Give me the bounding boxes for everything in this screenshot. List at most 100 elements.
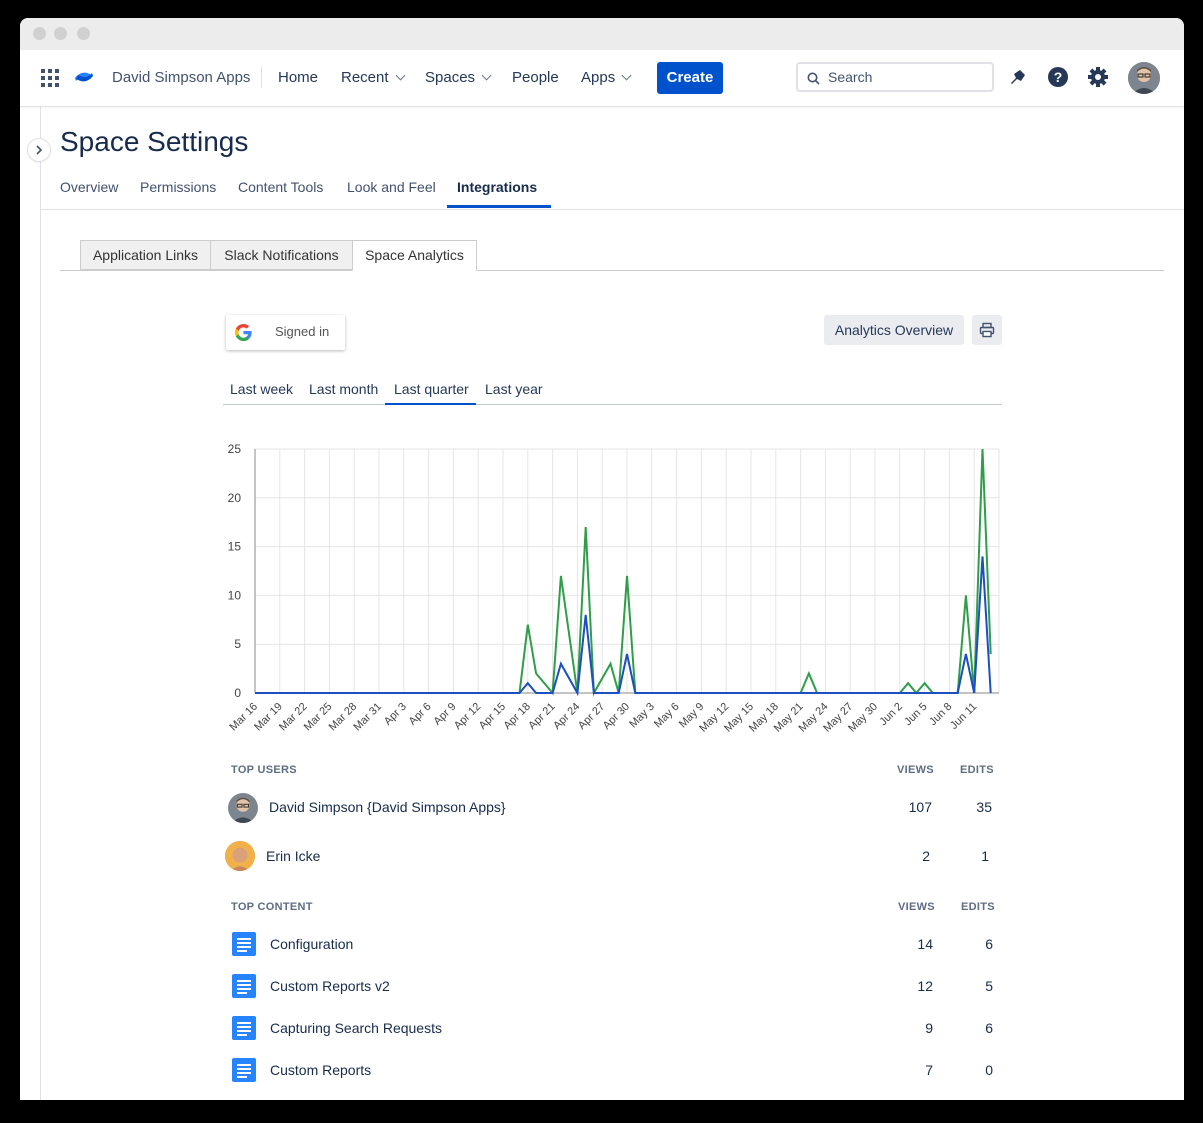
y-tick-label: 15 xyxy=(228,540,242,554)
top-content-edits: 0 xyxy=(985,1062,993,1078)
create-button[interactable]: Create xyxy=(657,62,723,94)
x-tick-label: Apr 6 xyxy=(407,701,434,728)
settings-gear-icon[interactable] xyxy=(1087,66,1109,88)
nav-spaces[interactable]: Spaces xyxy=(425,69,492,86)
x-tick-label: Jun 11 xyxy=(948,701,979,732)
subtabs-divider xyxy=(60,270,1164,271)
search-placeholder: Search xyxy=(828,69,873,85)
browser-window: David Simpson Apps Home Recent Spaces Pe… xyxy=(20,18,1184,1100)
subtab-application-links[interactable]: Application Links xyxy=(80,240,211,270)
page-document-icon xyxy=(232,1016,256,1040)
chevron-down-icon xyxy=(481,70,492,81)
y-tick-label: 20 xyxy=(228,491,242,505)
top-content-views: 9 xyxy=(925,1020,933,1036)
top-content-edits-header: EDITS xyxy=(961,901,995,913)
x-tick-label: Mar 31 xyxy=(351,701,384,734)
top-users-heading: TOP USERS xyxy=(231,764,297,776)
tab-content-tools[interactable]: Content Tools xyxy=(238,179,323,195)
top-content-views-header: VIEWS xyxy=(898,901,935,913)
top-content-heading: TOP CONTENT xyxy=(231,901,313,913)
top-content-title[interactable]: Configuration xyxy=(270,936,353,952)
help-icon[interactable]: ? xyxy=(1047,66,1069,88)
range-last-year[interactable]: Last year xyxy=(485,381,543,397)
top-content-edits: 5 xyxy=(985,978,993,994)
x-tick-label: Apr 3 xyxy=(382,701,409,728)
nav-home[interactable]: Home xyxy=(278,69,318,86)
chevron-right-icon xyxy=(36,145,43,155)
y-tick-label: 0 xyxy=(234,686,241,700)
window-titlebar xyxy=(20,18,1184,50)
close-window-button[interactable] xyxy=(33,27,46,40)
user-avatar[interactable] xyxy=(225,841,255,871)
analytics-overview-button[interactable]: Analytics Overview xyxy=(824,315,964,345)
top-user-views: 107 xyxy=(908,799,932,815)
page-title: Space Settings xyxy=(60,126,249,157)
nav-people[interactable]: People xyxy=(512,69,559,86)
x-tick-label: Apr 18 xyxy=(502,701,533,732)
top-content-views: 7 xyxy=(925,1062,933,1078)
top-content-title[interactable]: Custom Reports v2 xyxy=(270,978,390,994)
subtab-space-analytics[interactable]: Space Analytics xyxy=(352,240,477,271)
print-button[interactable] xyxy=(972,315,1002,345)
app-switcher-icon[interactable] xyxy=(41,69,59,87)
tab-permissions[interactable]: Permissions xyxy=(140,179,216,195)
page-document-icon xyxy=(232,1058,256,1082)
minimize-window-button[interactable] xyxy=(54,27,67,40)
chevron-down-icon xyxy=(395,70,405,81)
chevron-down-icon xyxy=(621,70,632,81)
page-document-icon xyxy=(232,974,256,998)
notifications-icon[interactable] xyxy=(1007,66,1029,88)
tab-overview[interactable]: Overview xyxy=(60,179,118,195)
confluence-logo-icon[interactable] xyxy=(74,67,94,87)
user-photo-icon xyxy=(1128,62,1160,94)
page-document-icon xyxy=(232,932,256,956)
top-content-edits: 6 xyxy=(985,936,993,952)
x-tick-label: Jun 2 xyxy=(877,701,905,729)
sidebar-border xyxy=(40,107,41,1100)
nav-spaces-label: Spaces xyxy=(425,69,476,86)
tab-look-and-feel[interactable]: Look and Feel xyxy=(347,179,436,195)
google-signed-in-button[interactable]: Signed in xyxy=(226,315,345,350)
range-last-month[interactable]: Last month xyxy=(309,381,378,397)
top-content-views: 12 xyxy=(917,978,933,994)
top-user-name[interactable]: Erin Icke xyxy=(266,848,320,864)
top-user-edits: 1 xyxy=(981,848,989,864)
x-tick-label: Apr 24 xyxy=(551,701,582,732)
range-tabs-divider xyxy=(223,404,1002,405)
nav-apps-label: Apps xyxy=(581,69,616,86)
expand-sidebar-button[interactable] xyxy=(28,139,50,161)
x-tick-label: Apr 27 xyxy=(576,701,607,732)
x-tick-label: Apr 15 xyxy=(477,701,508,732)
x-tick-label: Apr 30 xyxy=(601,701,632,732)
profile-avatar[interactable] xyxy=(1128,62,1160,94)
top-user-edits: 35 xyxy=(976,799,992,815)
x-tick-label: May 3 xyxy=(627,701,657,731)
range-last-quarter[interactable]: Last quarter xyxy=(394,381,469,397)
x-tick-label: Apr 12 xyxy=(452,701,483,732)
top-content-title[interactable]: Capturing Search Requests xyxy=(270,1020,442,1036)
maximize-window-button[interactable] xyxy=(77,27,90,40)
space-name-link[interactable]: David Simpson Apps xyxy=(112,69,250,86)
tab-integrations[interactable]: Integrations xyxy=(457,179,537,195)
x-tick-label: Jun 5 xyxy=(902,701,930,729)
range-last-week[interactable]: Last week xyxy=(230,381,293,397)
user-avatar[interactable] xyxy=(228,793,258,823)
subtab-slack-notifications[interactable]: Slack Notifications xyxy=(210,240,353,270)
y-tick-label: 10 xyxy=(228,588,242,602)
x-tick-label: Apr 21 xyxy=(526,701,557,732)
printer-icon xyxy=(979,322,995,338)
top-user-views: 2 xyxy=(922,848,930,864)
svg-text:?: ? xyxy=(1054,69,1063,85)
top-content-title[interactable]: Custom Reports xyxy=(270,1062,371,1078)
top-content-edits: 6 xyxy=(985,1020,993,1036)
top-user-name[interactable]: David Simpson {David Simpson Apps} xyxy=(269,799,506,815)
search-input[interactable]: Search xyxy=(796,62,994,92)
nav-recent[interactable]: Recent xyxy=(341,69,405,86)
active-tab-indicator xyxy=(447,205,551,208)
x-tick-label: May 6 xyxy=(652,701,682,731)
user-photo-icon xyxy=(228,793,258,823)
views-series-line xyxy=(255,448,992,697)
top-users-edits-header: EDITS xyxy=(960,764,994,776)
nav-recent-label: Recent xyxy=(341,69,389,86)
nav-apps[interactable]: Apps xyxy=(581,69,632,86)
